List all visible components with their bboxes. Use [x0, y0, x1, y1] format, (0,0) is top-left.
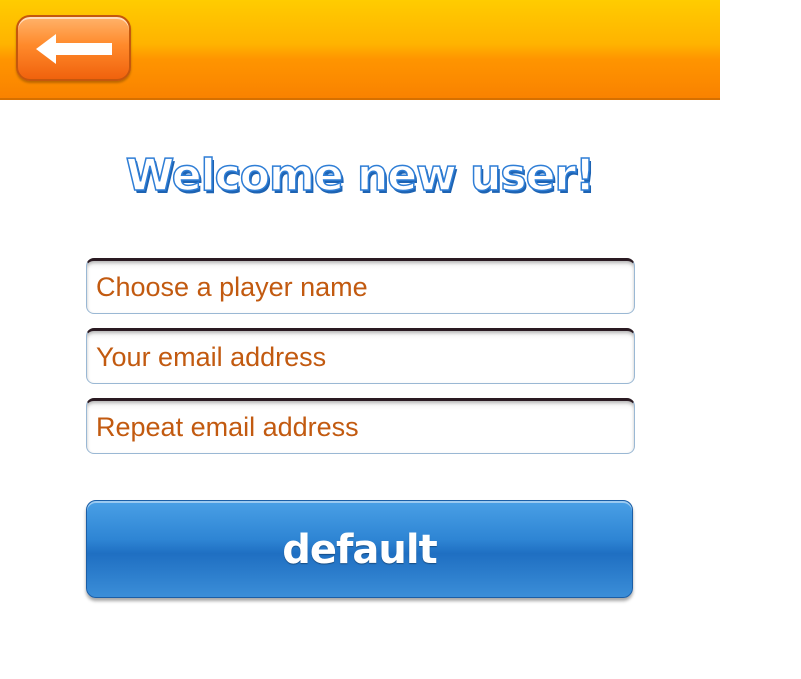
player-name-field[interactable]	[86, 258, 635, 314]
top-bar	[0, 0, 720, 100]
submit-button[interactable]: default	[86, 500, 633, 598]
repeat-email-field[interactable]	[86, 398, 635, 454]
signup-screen: Welcome new user! default	[0, 0, 801, 679]
arrow-left-icon	[36, 34, 112, 64]
back-button[interactable]	[16, 15, 131, 81]
page-title: Welcome new user!	[125, 149, 596, 202]
email-field[interactable]	[86, 328, 635, 384]
